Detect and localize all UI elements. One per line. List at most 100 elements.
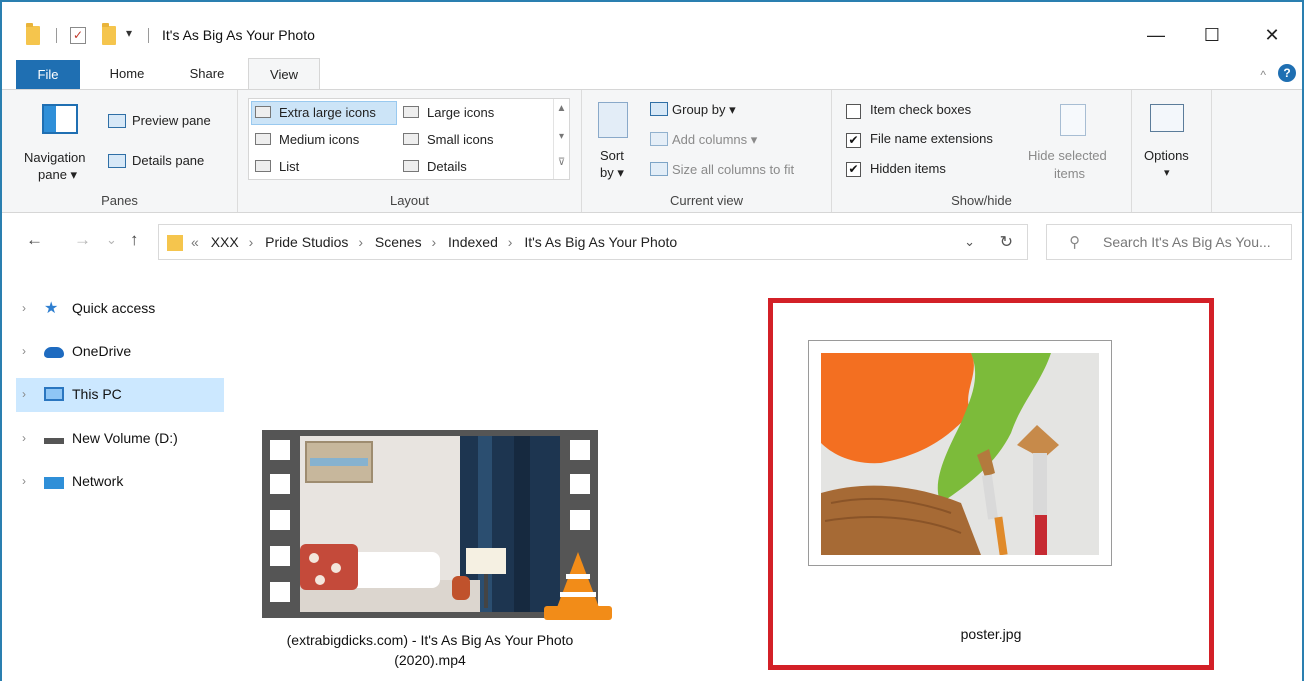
room-scene-image (300, 436, 560, 612)
search-input[interactable]: Search It's As Big As You... (1103, 234, 1271, 250)
options-dropdown-icon[interactable]: ▾ (1164, 166, 1170, 179)
layout-scrollbar[interactable]: ▲ ▾ ⊽ (553, 99, 569, 179)
tab-share[interactable]: Share (172, 58, 242, 90)
properties-icon[interactable]: ✓ (70, 27, 86, 44)
address-bar[interactable]: « XXX › Pride Studios › Scenes › Indexed… (158, 224, 1028, 260)
panes-group: Navigation pane ▾ Preview pane Details p… (2, 90, 238, 212)
navigation-pane-icon[interactable] (42, 104, 78, 134)
layout-details[interactable]: Details (427, 159, 467, 174)
vlc-stripe (566, 574, 590, 579)
close-button[interactable]: ✕ (1252, 20, 1292, 50)
breadcrumb: « XXX › Pride Studios › Scenes › Indexed… (191, 234, 683, 250)
sort-by-icon[interactable] (598, 102, 628, 138)
preview-pane-button[interactable]: Preview pane (132, 113, 211, 128)
navigation-pane-button[interactable]: Navigation (24, 150, 85, 165)
breadcrumb-item[interactable]: Indexed (448, 234, 498, 250)
size-all-columns-button[interactable]: Size all columns to fit (672, 162, 794, 177)
layout-scroll-down-icon[interactable]: ▾ (554, 131, 569, 142)
layout-list[interactable]: List (279, 159, 299, 174)
sidebar-item-onedrive[interactable]: › OneDrive (16, 335, 224, 369)
window-title: It's As Big As Your Photo (162, 27, 315, 43)
breadcrumb-separator[interactable]: › (249, 234, 254, 250)
video-thumbnail[interactable] (262, 430, 612, 620)
film-sprocket (570, 474, 590, 494)
tab-view[interactable]: View (248, 58, 320, 90)
collapse-ribbon-icon[interactable]: ^ (1260, 68, 1266, 82)
layout-expand-icon[interactable]: ⊽ (554, 157, 569, 168)
file-name-extensions-checkbox[interactable]: ✔ (846, 133, 861, 148)
sort-by-button[interactable]: Sort (600, 148, 624, 163)
layout-group: Extra large icons Large icons Medium ico… (238, 90, 582, 212)
star-icon: ★ (44, 300, 59, 317)
file-view: (extrabigdicks.com) - It's As Big As You… (228, 270, 1302, 681)
breadcrumb-overflow[interactable]: « (191, 234, 199, 250)
maximize-button[interactable]: ☐ (1192, 20, 1232, 50)
search-box[interactable]: ⚲ Search It's As Big As You... (1046, 224, 1292, 260)
hidden-items-checkbox[interactable]: ✔ (846, 162, 861, 177)
hide-selected-button[interactable]: Hide selected (1028, 148, 1107, 163)
layout-small-icons[interactable]: Small icons (427, 132, 493, 147)
ribbon-tabs: File Home Share View ^ ? (2, 54, 1302, 90)
image-thumbnail[interactable] (808, 340, 1112, 566)
group-by-button[interactable]: Group by ▾ (672, 102, 736, 118)
breadcrumb-separator[interactable]: › (431, 234, 436, 250)
address-dropdown-icon[interactable]: ⌄ (964, 234, 975, 250)
film-sprocket (270, 510, 290, 530)
layout-extra-large-icons[interactable]: Extra large icons (279, 105, 376, 120)
layout-medium-icons[interactable]: Medium icons (279, 132, 359, 147)
breadcrumb-item[interactable]: Scenes (375, 234, 422, 250)
chevron-right-icon[interactable]: › (22, 301, 26, 315)
details-pane-button[interactable]: Details pane (132, 153, 204, 168)
size-columns-icon (650, 162, 668, 176)
breadcrumb-separator[interactable]: › (358, 234, 363, 250)
sidebar-item-label: This PC (72, 386, 122, 402)
recent-locations-button[interactable]: ⌄ (106, 232, 117, 248)
ribbon: Navigation pane ▾ Preview pane Details p… (2, 89, 1302, 213)
back-button[interactable]: ← (26, 230, 43, 250)
film-sprocket (270, 474, 290, 494)
cloud-icon (44, 347, 64, 358)
sidebar-item-network[interactable]: › Network (16, 465, 224, 499)
options-icon[interactable] (1150, 104, 1184, 132)
add-columns-button[interactable]: Add columns ▾ (672, 132, 757, 148)
minimize-button[interactable]: — (1136, 20, 1176, 50)
breadcrumb-item[interactable]: Pride Studios (265, 234, 348, 250)
sidebar-item-new-volume[interactable]: › New Volume (D:) (16, 422, 224, 456)
details-pane-icon (108, 154, 126, 168)
file-name-poster[interactable]: poster.jpg (768, 626, 1214, 642)
sort-by-dropdown[interactable]: by ▾ (600, 165, 624, 181)
sidebar-item-this-pc[interactable]: › This PC (16, 378, 224, 412)
chevron-right-icon[interactable]: › (22, 387, 26, 401)
film-sprocket (270, 546, 290, 566)
chevron-right-icon[interactable]: › (22, 431, 26, 445)
tab-file[interactable]: File (16, 60, 80, 90)
refresh-icon[interactable]: ↻ (1000, 232, 1013, 252)
options-button[interactable]: Options (1144, 148, 1189, 163)
vlc-icon (556, 552, 600, 610)
new-folder-icon[interactable] (102, 23, 116, 45)
help-icon[interactable]: ? (1278, 64, 1296, 82)
layout-large-icons[interactable]: Large icons (427, 105, 494, 120)
up-button[interactable]: ↑ (130, 230, 139, 250)
file-name-video[interactable]: (extrabigdicks.com) - It's As Big As You… (240, 630, 620, 670)
film-sprocket (570, 510, 590, 530)
item-check-boxes-checkbox[interactable] (846, 104, 861, 119)
folder-icon (26, 23, 40, 45)
current-view-group-label: Current view (670, 193, 743, 208)
breadcrumb-item[interactable]: XXX (211, 234, 239, 250)
layout-scroll-up-icon[interactable]: ▲ (554, 103, 569, 114)
breadcrumb-separator[interactable]: › (508, 234, 513, 250)
chevron-right-icon[interactable]: › (22, 344, 26, 358)
show-hide-group: Item check boxes ✔ File name extensions … (832, 90, 1132, 212)
list-icon (255, 160, 271, 172)
forward-button[interactable]: → (74, 230, 91, 250)
quick-access-dropdown-icon[interactable]: ▾ (126, 26, 132, 40)
separator (148, 28, 149, 43)
breadcrumb-item[interactable]: It's As Big As Your Photo (524, 234, 677, 250)
tab-home[interactable]: Home (94, 58, 160, 90)
navigation-pane-dropdown[interactable]: pane ▾ (38, 167, 77, 183)
chevron-right-icon[interactable]: › (22, 474, 26, 488)
sidebar-item-quick-access[interactable]: › ★ Quick access (16, 292, 224, 326)
film-sprocket (270, 440, 290, 460)
film-sprocket (570, 440, 590, 460)
